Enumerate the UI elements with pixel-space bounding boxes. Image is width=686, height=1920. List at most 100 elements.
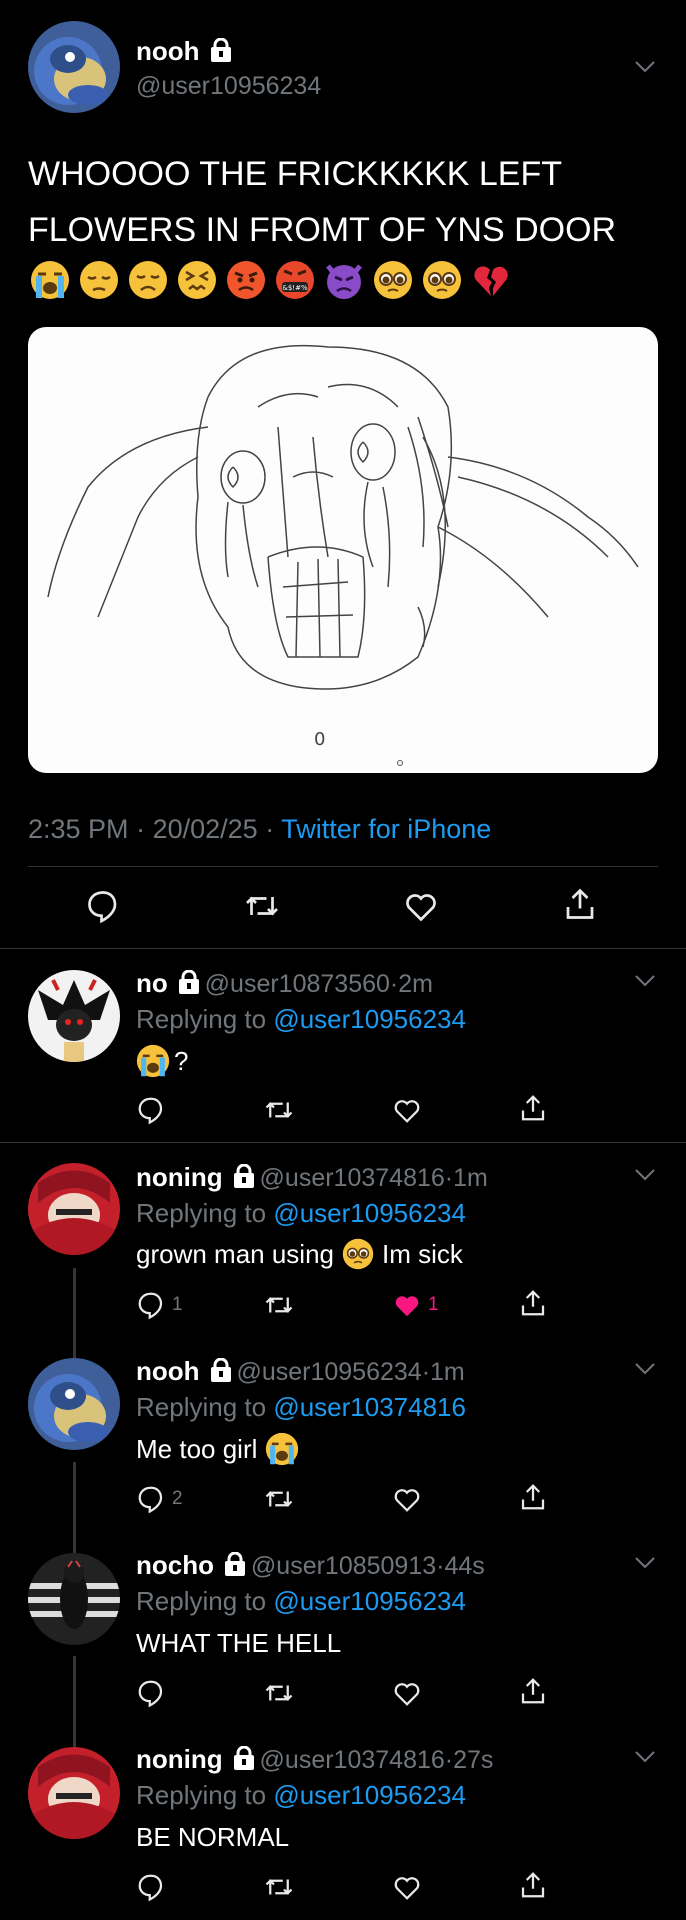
divider [28, 866, 658, 867]
share-button[interactable] [562, 886, 598, 927]
reply-time: 44s [444, 1552, 485, 1580]
chevron-down-icon[interactable] [634, 1556, 656, 1575]
reply-text-content: Me too girl [136, 1433, 258, 1464]
chevron-down-icon[interactable] [634, 1750, 656, 1769]
retweet-button[interactable] [264, 1290, 294, 1320]
retweet-icon [265, 1102, 293, 1118]
pleading-face-icon [374, 261, 412, 299]
replying-label: Replying to [136, 1004, 267, 1034]
author-handle[interactable]: @user10956234 [136, 72, 321, 101]
reply-author-handle[interactable]: @user10374816 [260, 1164, 445, 1192]
reply-author-handle[interactable]: @user10374816 [260, 1746, 445, 1774]
reply-text-content: ? [174, 1045, 189, 1076]
reply-text: ? [136, 1044, 188, 1078]
reply-text-content: WHAT THE HELL [136, 1628, 342, 1658]
reply-text: WHAT THE HELL [136, 1628, 341, 1659]
retweet-button[interactable] [264, 1678, 294, 1708]
reply-author-name[interactable]: no [136, 968, 168, 998]
reply-icon [138, 1486, 163, 1514]
replying-label: Replying to [136, 1392, 267, 1422]
author-name-row: nooh [136, 36, 232, 67]
author-name[interactable]: nooh [136, 36, 200, 66]
avatar[interactable] [28, 1358, 120, 1450]
thread-line [73, 1462, 76, 1554]
reply-button[interactable] [136, 1678, 166, 1708]
retweet-icon [246, 896, 278, 916]
reply-button[interactable] [136, 1095, 166, 1125]
retweet-button[interactable] [244, 888, 280, 929]
share-icon [521, 1290, 545, 1316]
tweet-image[interactable]: 0 [28, 327, 658, 773]
reply-icon [88, 891, 117, 924]
retweet-icon [265, 1491, 293, 1507]
share-button[interactable] [518, 1288, 548, 1318]
retweet-button[interactable] [264, 1095, 294, 1125]
share-button[interactable] [518, 1676, 548, 1706]
avatar[interactable] [28, 1553, 120, 1645]
sketch-drawing: 0 [47, 344, 639, 766]
pleading-face-icon [342, 1238, 374, 1270]
share-icon [521, 1872, 545, 1898]
tweet-source-link[interactable]: Twitter for iPhone [281, 814, 491, 844]
heart-filled-icon [395, 1296, 419, 1317]
retweet-button[interactable] [264, 1872, 294, 1902]
lock-icon [178, 969, 200, 999]
reply-button[interactable]: 2 [136, 1484, 183, 1514]
reply-author-name[interactable]: noning [136, 1162, 223, 1192]
reply-header: nocho @user10850913·44s [136, 1550, 485, 1580]
reply-header: nooh @user10956234·1m [136, 1356, 465, 1387]
share-button[interactable] [518, 1482, 548, 1512]
emoji-row: &$!#% [30, 258, 511, 302]
reply-author-name[interactable]: noning [136, 1744, 223, 1774]
like-button[interactable] [403, 888, 439, 929]
lock-icon [233, 1163, 255, 1193]
replying-to: Replying to @user10956234 [136, 1004, 466, 1035]
like-button[interactable] [392, 1484, 422, 1514]
retweet-icon [265, 1879, 293, 1895]
replying-to-link[interactable]: @user10956234 [273, 1586, 466, 1616]
like-button[interactable] [392, 1872, 422, 1902]
divider [0, 948, 686, 949]
tweet-text-line: WHOOOO THE FRICKKKKK LEFT [28, 155, 562, 193]
reply-button[interactable] [136, 1872, 166, 1902]
replying-to: Replying to @user10374816 [136, 1392, 466, 1423]
avatar[interactable] [28, 970, 120, 1062]
replying-to-link[interactable]: @user10956234 [273, 1004, 466, 1034]
reply-author-handle[interactable]: @user10850913 [251, 1552, 436, 1580]
like-button[interactable] [392, 1095, 422, 1125]
chevron-down-icon[interactable] [634, 1168, 656, 1187]
thread-line [73, 1268, 76, 1366]
reply-header: no @user10873560·2m [136, 968, 433, 999]
avatar[interactable] [28, 1747, 120, 1839]
share-button[interactable] [518, 1870, 548, 1900]
reply-author-name[interactable]: nocho [136, 1550, 214, 1580]
reply-button[interactable] [85, 888, 121, 929]
reply-author-name[interactable]: nooh [136, 1356, 200, 1386]
cursing-face-icon: &$!#% [276, 261, 314, 299]
share-button[interactable] [518, 1093, 548, 1123]
reply-time: 1m [430, 1358, 465, 1386]
like-button[interactable]: 1 [392, 1290, 439, 1320]
replying-to-link[interactable]: @user10374816 [273, 1392, 466, 1422]
share-icon [566, 888, 594, 919]
loudly-crying-face-icon [266, 1432, 299, 1466]
loudly-crying-face-icon [136, 1044, 170, 1078]
retweet-button[interactable] [264, 1484, 294, 1514]
avatar[interactable] [28, 21, 120, 113]
chevron-down-icon[interactable] [634, 1362, 656, 1381]
heart-icon [394, 1877, 420, 1900]
lock-icon [210, 1357, 232, 1387]
reply-button[interactable]: 1 [136, 1290, 183, 1320]
lock-icon [210, 37, 232, 67]
replying-to-link[interactable]: @user10956234 [273, 1780, 466, 1810]
chevron-down-icon[interactable] [634, 974, 656, 993]
tweet-text: WHOOOO THE FRICKKKKK LEFT FLOWERS IN FRO… [28, 146, 616, 258]
reply-author-handle[interactable]: @user10873560 [205, 970, 390, 998]
avatar[interactable] [28, 1163, 120, 1255]
reply-author-handle[interactable]: @user10956234 [236, 1358, 421, 1386]
like-button[interactable] [392, 1678, 422, 1708]
chevron-down-icon[interactable] [634, 60, 656, 79]
share-icon [521, 1678, 545, 1704]
reply-text-content: Im sick [382, 1238, 463, 1269]
replying-to-link[interactable]: @user10956234 [273, 1198, 466, 1228]
